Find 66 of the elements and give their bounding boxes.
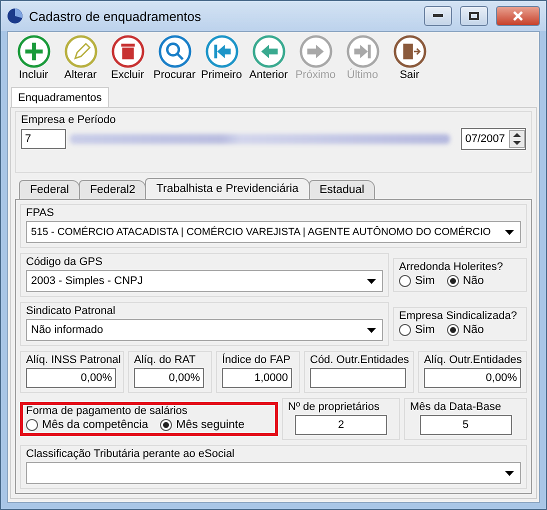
input-field[interactable]: 0,00%	[424, 368, 521, 388]
toolbar-button[interactable]: Alterar	[57, 35, 104, 81]
input-field[interactable]	[310, 368, 406, 388]
toolbar-button[interactable]: Procurar	[151, 35, 198, 81]
radio-option[interactable]: Sim	[399, 275, 435, 287]
group-label: Empresa e Período	[21, 114, 117, 126]
field-label: Alíq. Outr.Entidades	[424, 354, 521, 366]
toolbar-button[interactable]: Excluir	[104, 35, 151, 81]
radio-option[interactable]: Não	[446, 275, 484, 287]
maximize-icon	[469, 12, 479, 20]
company-code-field[interactable]: 7	[21, 129, 66, 149]
skip-back-icon	[204, 35, 238, 68]
field-label: Cód. Outr.Entidades	[310, 354, 408, 366]
field-label: Índice do FAP	[222, 354, 292, 366]
field-label: Alíq. do RAT	[134, 354, 197, 366]
group-label: Código da GPS	[26, 256, 104, 268]
tab[interactable]: Federal2	[79, 180, 146, 199]
pencil-icon	[64, 35, 98, 68]
dropdown-arrow-icon[interactable]	[367, 278, 376, 284]
field-label: Alíq. INSS Patronal	[26, 354, 118, 366]
fpas-dropdown[interactable]: 515 - COMÉRCIO ATACADISTA | COMÉRCIO VAREJISTA | AGENTE AUTÔNOMO DO COMÉRCIO	[26, 221, 521, 243]
input-field[interactable]: 2	[295, 415, 387, 435]
field-label: Nº de proprietários	[288, 401, 380, 413]
radio-option[interactable]: Não	[446, 324, 484, 336]
tab[interactable]: Enquadramentos	[11, 87, 109, 107]
tab[interactable]: Estadual	[308, 180, 376, 199]
arrow-left-icon	[252, 35, 286, 68]
dropdown-arrow-icon[interactable]	[505, 230, 514, 234]
input-field[interactable]: 0,00%	[134, 368, 204, 388]
minimize-icon	[433, 14, 443, 18]
input-field[interactable]: 0,00%	[26, 368, 116, 388]
close-icon	[513, 11, 523, 21]
minimize-button[interactable]	[424, 6, 452, 26]
maximize-button[interactable]	[460, 6, 488, 26]
radio-option[interactable]: Mês seguinte	[160, 419, 245, 431]
skip-forward-icon	[346, 35, 380, 68]
plus-icon	[16, 35, 50, 68]
field-label: Mês da Data-Base	[410, 401, 502, 413]
group-label: Sindicato Patronal	[26, 305, 116, 317]
toolbar-button[interactable]: Sair	[386, 35, 433, 81]
search-icon	[158, 35, 192, 68]
window-title: Cadastro de enquadramentos	[29, 8, 202, 24]
tab[interactable]: Federal	[19, 180, 80, 199]
period-field[interactable]: 07/2007	[461, 128, 526, 150]
input-field[interactable]: 1,0000	[222, 368, 292, 388]
group-label: Forma de pagamento de salários	[26, 405, 188, 417]
door-icon	[392, 35, 426, 68]
union-dropdown[interactable]: Não informado	[26, 319, 383, 341]
group-label: Empresa Sindicalizada?	[399, 310, 518, 322]
group-label: Classificação Tributária perante ao eSocial	[26, 448, 236, 460]
spinner-icon[interactable]	[509, 130, 525, 148]
arrow-right-icon	[298, 35, 332, 68]
toolbar-button[interactable]: Anterior	[245, 35, 292, 81]
input-field[interactable]: 5	[420, 415, 512, 435]
dropdown-arrow-icon[interactable]	[367, 328, 376, 332]
toolbar-button[interactable]: Incluir	[10, 35, 57, 81]
gps-dropdown[interactable]: 2003 - Simples - CNPJ	[26, 270, 383, 292]
group-label: Arredonda Holerites?	[399, 261, 504, 273]
group-label: FPAS	[26, 207, 55, 219]
close-button[interactable]	[496, 6, 540, 26]
toolbar-button[interactable]: Primeiro	[198, 35, 245, 81]
radio-option[interactable]: Mês da competência	[26, 419, 148, 431]
trash-icon	[110, 35, 144, 68]
dropdown-arrow-icon[interactable]	[505, 470, 514, 476]
app-logo-icon	[7, 8, 23, 24]
radio-option[interactable]: Sim	[399, 324, 435, 336]
